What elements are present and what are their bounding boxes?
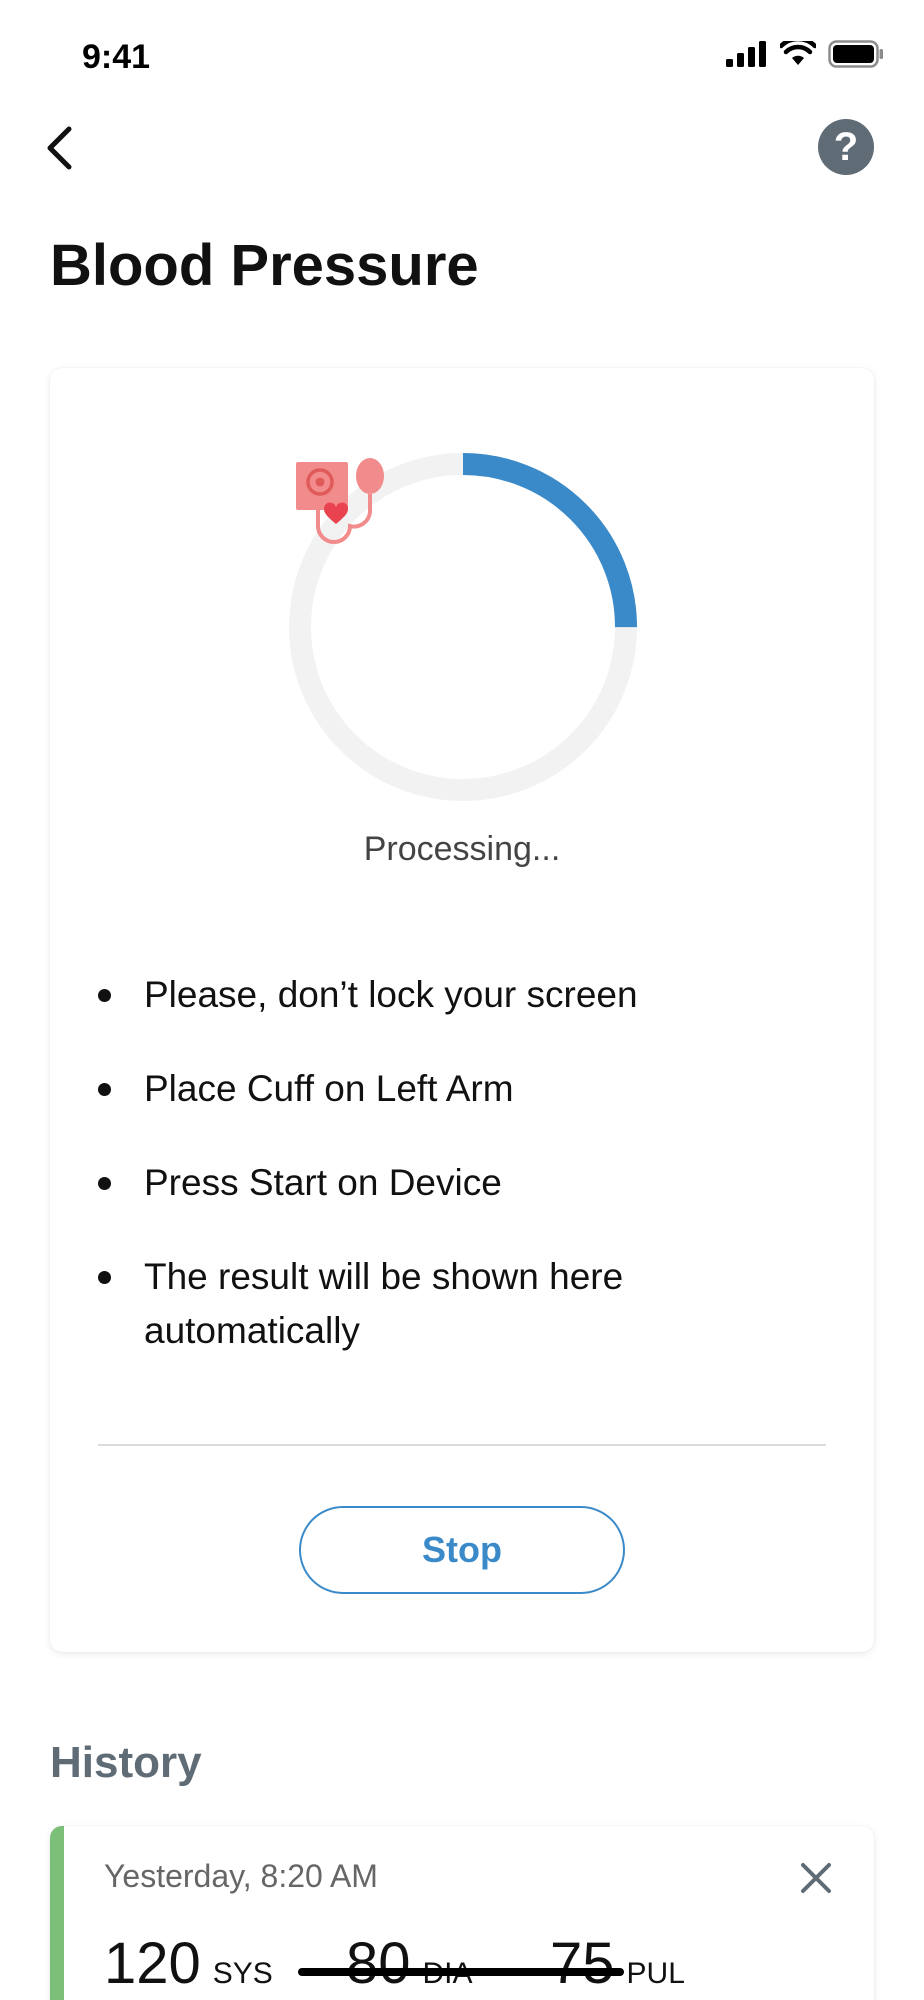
pulse-unit: PUL xyxy=(626,1957,685,1990)
page-title: Blood Pressure xyxy=(50,233,479,298)
instruction-item: Place Cuff on Left Arm xyxy=(92,1062,832,1116)
status-bar: 9:41 xyxy=(0,0,924,110)
signal-icon xyxy=(726,41,766,67)
strikethrough-line xyxy=(298,1968,624,1976)
history-status-accent xyxy=(50,1826,64,2000)
history-date: Yesterday, 8:20 AM xyxy=(104,1858,378,1894)
wifi-icon xyxy=(780,41,816,65)
battery-icon xyxy=(828,40,883,68)
processing-status: Processing... xyxy=(363,830,561,868)
history-title: History xyxy=(50,1738,202,1787)
instruction-item: Please, don’t lock your screen xyxy=(92,968,832,1022)
instructions-list: Please, don’t lock your screen Place Cuf… xyxy=(92,968,832,1398)
nav-bar: ? xyxy=(0,110,924,190)
help-button[interactable]: ? xyxy=(818,119,874,175)
pulse-value: 75 xyxy=(550,1931,615,1996)
status-time: 9:41 xyxy=(82,38,151,76)
instruction-item: The result will be shown here automatica… xyxy=(92,1250,832,1358)
divider xyxy=(98,1444,826,1446)
pulse-reading: 75 PUL xyxy=(550,1930,685,1997)
stop-button[interactable]: Stop xyxy=(299,1506,625,1594)
blood-pressure-monitor-icon xyxy=(296,458,384,544)
diastolic-reading: 80 DIA xyxy=(346,1930,473,1997)
chevron-left-icon xyxy=(47,126,72,170)
systolic-unit: SYS xyxy=(212,1957,273,1990)
systolic-value: 120 xyxy=(104,1931,201,1996)
diastolic-value: 80 xyxy=(346,1931,411,1996)
instruction-item: Press Start on Device xyxy=(92,1156,832,1210)
close-icon[interactable] xyxy=(796,1858,836,1898)
question-mark-icon: ? xyxy=(833,124,859,169)
back-button[interactable] xyxy=(30,118,90,178)
measurement-card: Processing... Please, don’t lock your sc… xyxy=(50,368,874,1652)
history-entry[interactable]: Yesterday, 8:20 AM 120 SYS 80 DIA 75 PUL xyxy=(50,1826,874,2000)
progress-ring xyxy=(288,452,638,802)
systolic-reading: 120 SYS xyxy=(104,1930,273,1997)
status-icons xyxy=(726,40,884,68)
